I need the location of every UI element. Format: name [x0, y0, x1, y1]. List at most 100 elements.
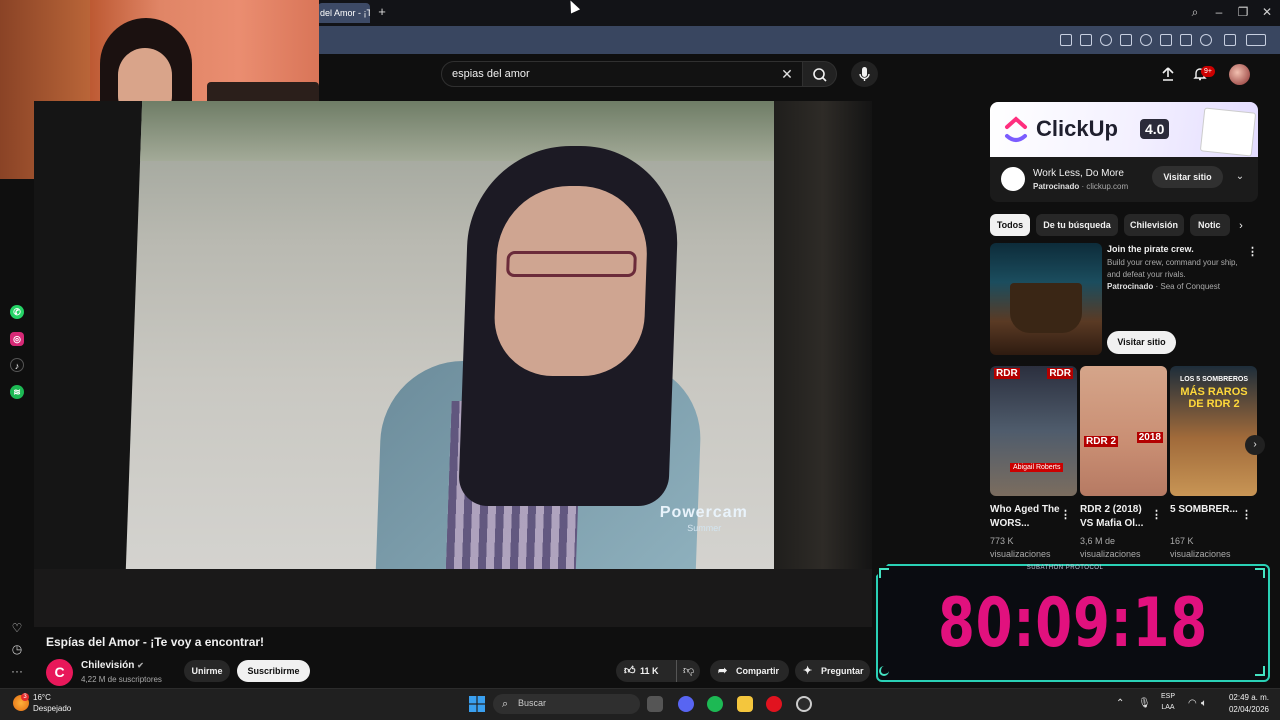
- ad-visit-button[interactable]: Visitar sitio: [1152, 166, 1223, 188]
- short-views: 167 K visualizaciones: [1170, 536, 1231, 559]
- tiktok-icon[interactable]: ♪: [10, 358, 24, 372]
- minimize-icon[interactable]: –: [1212, 5, 1226, 19]
- social-sidebar: ✆ ◎ ♪ ≋ ♡ ◷ ···: [0, 179, 34, 688]
- short-views: 773 K visualizaciones: [990, 536, 1051, 559]
- filter-chips: Todos De tu búsqueda Chilevisión Notic: [990, 214, 1258, 236]
- ad-domain: · clickup.com: [1081, 182, 1129, 191]
- chevron-right-icon[interactable]: ›: [1245, 435, 1265, 455]
- play-icon[interactable]: [1120, 34, 1132, 46]
- channel-name[interactable]: Chilevisión ✔: [81, 660, 144, 671]
- short-thumbnail[interactable]: RDR 2 2018: [1080, 366, 1167, 496]
- wifi-icon[interactable]: ◠: [1188, 698, 1197, 710]
- microphone-icon: [859, 67, 870, 81]
- chevron-up-icon[interactable]: ⌃: [1116, 698, 1124, 710]
- volume-icon[interactable]: 🔈︎: [1201, 698, 1207, 710]
- more-vert-icon[interactable]: ⋮: [1247, 245, 1258, 259]
- clickup-logo-icon: [1005, 116, 1027, 142]
- restore-icon[interactable]: ❐: [1236, 5, 1250, 19]
- language-bottom[interactable]: LAA: [1158, 704, 1178, 711]
- camera-icon[interactable]: [1080, 34, 1092, 46]
- shield-icon[interactable]: [1100, 34, 1112, 46]
- chip-noticias[interactable]: Notic: [1190, 214, 1230, 236]
- more-icon[interactable]: ···: [9, 663, 25, 679]
- heart-icon[interactable]: ♡: [9, 620, 25, 636]
- more-vert-icon[interactable]: ⋮: [1241, 508, 1252, 522]
- video-dark-edge: [774, 101, 872, 627]
- opera-icon[interactable]: [766, 696, 782, 712]
- ad-app-preview: [1199, 107, 1257, 157]
- avatar[interactable]: [1229, 64, 1250, 85]
- more-vert-icon[interactable]: ⋮: [1151, 508, 1162, 522]
- voice-search-button[interactable]: [851, 61, 878, 87]
- video-title: Espías del Amor - ¡Te voy a encontrar!: [46, 635, 265, 649]
- short-thumbnail[interactable]: RDR RDR Abigail Roberts: [990, 366, 1077, 496]
- promo-visit-button[interactable]: Visitar sitio: [1107, 331, 1176, 354]
- search-icon[interactable]: ⌕: [1188, 5, 1202, 19]
- promo-description: Build your crew, command your ship, and …: [1107, 258, 1238, 279]
- instagram-icon[interactable]: ◎: [10, 332, 24, 346]
- short-thumbnail[interactable]: LOS 5 SOMBREROS MÁS RAROS DE RDR 2: [1170, 366, 1257, 496]
- promo-advertiser: · Sea of Conquest: [1155, 282, 1220, 291]
- heart-icon[interactable]: [1140, 34, 1152, 46]
- spotify-icon[interactable]: ≋: [10, 385, 24, 399]
- chip-todos[interactable]: Todos: [990, 214, 1030, 236]
- task-view-icon[interactable]: [647, 696, 663, 712]
- short-title[interactable]: 5 SOMBRER...: [1170, 503, 1240, 517]
- channel-name-text: Chilevisión: [81, 660, 135, 671]
- short-title[interactable]: Who Aged The WORS...: [990, 503, 1060, 531]
- profile-icon[interactable]: [1200, 34, 1212, 46]
- taskbar: [0, 688, 1280, 720]
- search-button[interactable]: [803, 61, 837, 87]
- taskbar-search[interactable]: ⌕ Buscar: [493, 694, 640, 714]
- dislike-button[interactable]: 👎︎: [676, 660, 700, 682]
- short-title[interactable]: RDR 2 (2018) VS Mafia Ol...: [1080, 503, 1150, 531]
- chip-chilevision[interactable]: Chilevisión: [1124, 214, 1184, 236]
- microphone-icon[interactable]: 🎙︎: [1138, 698, 1151, 710]
- whatsapp-icon[interactable]: ✆: [10, 305, 24, 319]
- clock-time[interactable]: 02:49 a. m.: [1225, 693, 1269, 702]
- chevron-down-icon[interactable]: ⌄: [1232, 169, 1248, 185]
- join-button[interactable]: Unirme: [184, 660, 230, 682]
- weather-description: Despejado: [33, 704, 72, 713]
- discord-icon[interactable]: [678, 696, 694, 712]
- channel-avatar[interactable]: C: [46, 659, 73, 686]
- ad-banner[interactable]: ClickUp 4.0 Work Less, Do More Patrocina…: [990, 102, 1258, 202]
- ad-logo: [1001, 167, 1025, 191]
- weather-alert-badge: 3: [21, 693, 29, 701]
- promo-ship: [1010, 283, 1082, 333]
- search-box: [441, 61, 803, 87]
- extension-icon[interactable]: [1224, 34, 1236, 46]
- folder-icon[interactable]: [737, 696, 753, 712]
- ai-icon[interactable]: [1246, 34, 1266, 46]
- corner-decoration: [1255, 666, 1265, 676]
- download-icon[interactable]: [1160, 34, 1172, 46]
- promo-title[interactable]: Join the pirate crew.: [1107, 244, 1194, 254]
- clock-icon[interactable]: ◷: [9, 641, 25, 657]
- short-badge: RDR: [994, 368, 1020, 379]
- upload-icon[interactable]: [1160, 66, 1176, 82]
- spotify-icon[interactable]: [707, 696, 723, 712]
- promo-thumbnail[interactable]: [990, 243, 1102, 355]
- video-player[interactable]: Powercam Summer: [34, 101, 872, 627]
- like-dislike-group: 👍︎ 11 K 👎︎: [616, 660, 700, 682]
- more-vert-icon[interactable]: ⋮: [1060, 508, 1071, 522]
- search-input[interactable]: [452, 62, 772, 86]
- plus-icon[interactable]: +: [375, 5, 389, 19]
- language-top[interactable]: ESP: [1158, 693, 1178, 700]
- clock-date[interactable]: 02/04/2026: [1225, 705, 1269, 714]
- ad-sponsor: Patrocinado · clickup.com: [1033, 182, 1128, 191]
- browser-tab[interactable]: del Amor - ¡T: [318, 3, 370, 23]
- clear-search-icon[interactable]: ✕: [779, 66, 795, 82]
- share-button[interactable]: ➦ Compartir: [710, 660, 789, 682]
- like-button[interactable]: 👍︎ 11 K: [616, 660, 674, 682]
- ask-button[interactable]: ✦ Preguntar: [795, 660, 870, 682]
- windows-start-icon[interactable]: [469, 696, 485, 712]
- chip-de-tu-busqueda[interactable]: De tu búsqueda: [1036, 214, 1118, 236]
- obs-icon[interactable]: [796, 696, 812, 712]
- chevron-right-icon[interactable]: ›: [1234, 219, 1248, 233]
- menu-icon[interactable]: [1180, 34, 1192, 46]
- subscribe-button[interactable]: Suscribirme: [237, 660, 310, 682]
- weather-temperature: 16°C: [33, 693, 51, 702]
- close-icon[interactable]: ✕: [1260, 5, 1274, 19]
- edit-icon[interactable]: [1060, 34, 1072, 46]
